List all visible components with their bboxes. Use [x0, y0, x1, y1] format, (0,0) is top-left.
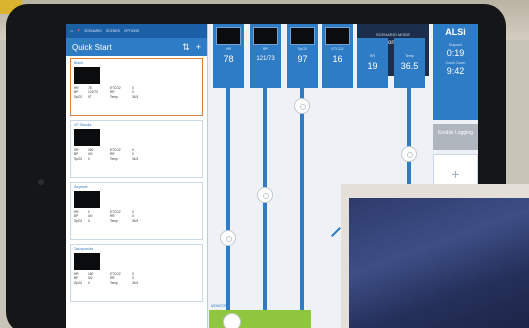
vital-label: ETCO2 — [331, 47, 344, 51]
scenes-tab[interactable]: SCENES — [106, 29, 120, 33]
countdown-label: Count Down — [445, 61, 466, 65]
scenario-tab[interactable]: SCENARIO — [84, 29, 102, 33]
temp-slider-handle[interactable] — [401, 146, 417, 162]
card-stats: HR 0 ETCO2 0 BP 0/0 RR 0 SpO2 0 Temp 36.5 — [74, 210, 139, 223]
vital-hr-column: HR 78 — [213, 24, 244, 324]
elapsed-label: Elapsed — [449, 43, 462, 47]
ecg-thumbnail — [74, 129, 100, 146]
hr-slider-handle[interactable] — [220, 230, 236, 246]
page-title: Quick Start — [72, 42, 112, 52]
alsi-logo: ALSi — [445, 27, 466, 37]
countdown-value: 9:42 — [446, 66, 465, 76]
card-stats: HR 78 ETCO2 0 BP 121/73 RR 0 SpO2 97 Temp 36.5 — [74, 86, 139, 99]
fabric-photo — [349, 198, 529, 328]
card-title: Blank — [74, 61, 83, 65]
scenario-card-asystole[interactable]: Asystole HR 0 ETCO2 0 BP 0/0 RR 0 SpO2 0 Temp 36.… — [70, 182, 203, 240]
vital-label: SpO2 — [297, 47, 308, 51]
foreground-cloth — [341, 184, 529, 328]
bp-slider-track[interactable] — [263, 88, 267, 324]
scenario-card-vf[interactable]: VF Shocks HR 300 ETCO2 0 BP 0/0 RR 0 SpO2 0 Temp… — [70, 120, 203, 178]
vital-bp-column: BP 121/73 — [250, 24, 281, 324]
vital-label: HR — [225, 47, 232, 51]
vital-value: 16 — [332, 54, 343, 64]
vital-value: 36.5 — [400, 61, 419, 71]
bp-slider-handle[interactable] — [257, 187, 273, 203]
spo2-slider-handle[interactable] — [294, 98, 310, 114]
vital-value: 97 — [297, 54, 308, 64]
card-title: Tachycardia — [74, 247, 94, 251]
tablet-camera — [38, 179, 44, 185]
spo2-slider-track[interactable] — [300, 88, 304, 324]
status-bar: ▭ ♥ SCENARIO SCENES OPTIONS — [66, 24, 207, 38]
quick-start-panel: ▭ ♥ SCENARIO SCENES OPTIONS Quick Start … — [66, 24, 208, 328]
options-tab[interactable]: OPTIONS — [124, 29, 139, 33]
etco2-waveform — [325, 27, 350, 45]
enable-logging-button[interactable]: Enable Logging — [433, 124, 478, 150]
battery-icon: ▭ — [70, 29, 74, 33]
vital-spo2-tile[interactable]: SpO2 97 — [287, 24, 318, 88]
scenario-card-blank[interactable]: Blank HR 78 ETCO2 0 BP 121/73 RR 0 SpO2 97 Temp 3… — [70, 58, 203, 116]
vital-value: 121/73 — [256, 56, 275, 62]
vital-hr-tile[interactable]: HR 78 — [213, 24, 244, 88]
card-title: Asystole — [74, 185, 88, 189]
bottom-slider-panel: MONITOR — [209, 304, 311, 328]
vital-label: Temp — [405, 54, 414, 58]
vital-label: BP — [263, 47, 268, 51]
sort-icon[interactable]: ⇅ — [182, 42, 190, 53]
alsi-timers: ALSi Elapsed 0:19 Count Down 9:42 — [433, 24, 478, 120]
ecg-thumbnail — [74, 253, 100, 270]
vital-etco2-tile[interactable]: ETCO2 16 — [322, 24, 353, 88]
ecg-thumbnail — [74, 67, 100, 84]
card-title: VF Shocks — [74, 123, 92, 127]
vital-value: 19 — [367, 61, 378, 71]
hr-slider-track[interactable] — [226, 88, 230, 324]
elapsed-value: 0:19 — [446, 48, 465, 58]
bp-waveform — [253, 27, 278, 45]
vital-rr-tile[interactable]: RR 19 — [357, 38, 388, 88]
spo2-waveform — [290, 27, 315, 45]
vital-temp-tile[interactable]: Temp 36.5 — [394, 38, 425, 88]
vital-label: RR — [369, 54, 376, 58]
card-stats: HR 180 ETCO2 0 BP 0/0 RR 0 SpO2 0 Temp 36.5 — [74, 272, 139, 285]
bottom-label: MONITOR — [211, 304, 227, 308]
quick-start-header: Quick Start ⇅ + — [66, 38, 207, 56]
vital-spo2-column: SpO2 97 — [287, 24, 318, 324]
ecg-thumbnail — [74, 191, 100, 208]
ecg-waveform — [216, 27, 241, 45]
scenario-card-tachycardia[interactable]: Tachycardia HR 180 ETCO2 0 BP 0/0 RR 0 SpO2 0 Te… — [70, 244, 203, 302]
scenario-mode-label: SCENARIO MODE — [375, 32, 410, 37]
add-icon[interactable]: + — [196, 42, 201, 53]
heart-icon: ♥ — [77, 28, 81, 34]
vital-value: 78 — [223, 54, 234, 64]
vital-bp-tile[interactable]: BP 121/73 — [250, 24, 281, 88]
bottom-slider-handle[interactable] — [223, 313, 241, 328]
card-stats: HR 300 ETCO2 0 BP 0/0 RR 0 SpO2 0 Temp 36.5 — [74, 148, 139, 161]
